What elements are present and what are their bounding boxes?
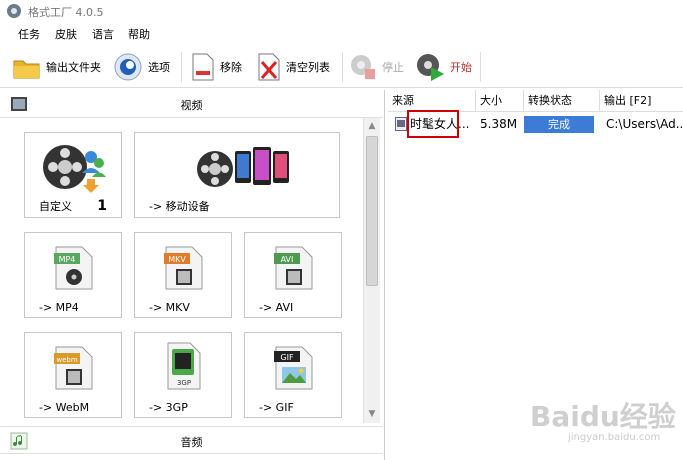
menu-skin[interactable]: 皮肤 xyxy=(55,26,77,42)
folder-icon xyxy=(13,60,40,79)
table-row[interactable]: 时髦女人... 5.38M 完成 C:\Users\Ad... xyxy=(388,110,683,138)
scroll-thumb[interactable] xyxy=(366,136,378,286)
svg-text:3GP: 3GP xyxy=(177,379,191,387)
title-bar: 格式工厂 4.0.5 xyxy=(0,0,683,22)
format-factory-icon xyxy=(7,4,21,18)
start-button[interactable]: 开始 xyxy=(414,46,472,88)
row-output: C:\Users\Ad... xyxy=(606,117,683,131)
stop-icon xyxy=(351,55,375,79)
options-gear-icon xyxy=(114,53,142,81)
column-source[interactable]: 来源 xyxy=(388,90,476,112)
svg-text:GIF: GIF xyxy=(280,353,294,362)
svg-text:AVI: AVI xyxy=(281,255,294,264)
toolbar-separator xyxy=(181,52,182,82)
svg-text:MKV: MKV xyxy=(168,255,186,264)
mp4-file-icon: MP4 xyxy=(54,246,93,290)
task-list-header: 来源 大小 转换状态 输出 [F2] xyxy=(388,90,683,112)
options-button[interactable]: 选项 xyxy=(112,46,170,88)
svg-text:webm: webm xyxy=(56,356,77,364)
clear-list-button[interactable]: 清空列表 xyxy=(256,46,330,88)
watermark-url: jingyan.baidu.com xyxy=(568,432,661,443)
webm-file-icon: webm xyxy=(54,346,93,390)
custom-profile-icon xyxy=(43,145,106,193)
mkv-file-icon: MKV xyxy=(164,246,203,290)
output-folder-button[interactable]: 输出文件夹 xyxy=(12,46,101,88)
tiles-scrollbar[interactable]: ▲ ▼ xyxy=(363,118,380,423)
column-status[interactable]: 转换状态 xyxy=(524,90,600,112)
mobile-device-icon xyxy=(197,147,289,187)
status-badge: 完成 xyxy=(524,116,594,133)
tile-gif[interactable]: GIF -> GIF xyxy=(244,332,342,418)
tile-custom[interactable]: 自定义 1 xyxy=(24,132,122,218)
row-size: 5.38M xyxy=(480,117,518,131)
category-audio[interactable]: 音频 xyxy=(0,426,383,454)
toolbar-separator xyxy=(480,52,481,82)
avi-file-icon: AVI xyxy=(274,246,313,290)
scroll-down-icon[interactable]: ▼ xyxy=(364,406,380,422)
menu-help[interactable]: 帮助 xyxy=(128,26,150,42)
column-size[interactable]: 大小 xyxy=(476,90,524,112)
watermark-logo: Baidu经验 xyxy=(530,400,676,433)
menu-bar: 任务 皮肤 语言 帮助 xyxy=(0,24,683,44)
gif-file-icon: GIF xyxy=(274,346,313,390)
window-title: 格式工厂 4.0.5 xyxy=(28,6,104,19)
tile-mkv[interactable]: MKV -> MKV xyxy=(134,232,232,318)
toolbar-separator xyxy=(342,52,343,82)
svg-text:MP4: MP4 xyxy=(59,255,76,264)
stop-button[interactable]: 停止 xyxy=(348,46,404,88)
clear-list-icon xyxy=(258,53,280,81)
tile-mobile-device[interactable]: -> 移动设备 xyxy=(134,132,340,218)
scroll-up-icon[interactable]: ▲ xyxy=(364,118,380,134)
tile-webm[interactable]: webm -> WebM xyxy=(24,332,122,418)
remove-button[interactable]: 移除 xyxy=(190,46,242,88)
category-video[interactable]: 视频 xyxy=(0,90,383,118)
menu-language[interactable]: 语言 xyxy=(92,26,114,42)
tile-3gp[interactable]: 3GP -> 3GP xyxy=(134,332,232,418)
start-icon xyxy=(417,54,444,81)
tile-mp4[interactable]: MP4 -> MP4 xyxy=(24,232,122,318)
remove-file-icon xyxy=(192,53,214,81)
toolbar: 输出文件夹 选项 移除 清空列表 停止 开始 xyxy=(0,46,683,88)
tile-avi[interactable]: AVI -> AVI xyxy=(244,232,342,318)
highlight-box xyxy=(407,110,459,138)
3gp-file-icon: 3GP xyxy=(167,342,201,390)
video-file-icon xyxy=(395,117,407,131)
conversion-panel: 视频 自定义 1 -> 移动设备 MP4 -> MP4 MKV -> MKV A… xyxy=(0,90,385,460)
menu-task[interactable]: 任务 xyxy=(18,26,40,42)
column-output[interactable]: 输出 [F2] xyxy=(600,90,683,112)
